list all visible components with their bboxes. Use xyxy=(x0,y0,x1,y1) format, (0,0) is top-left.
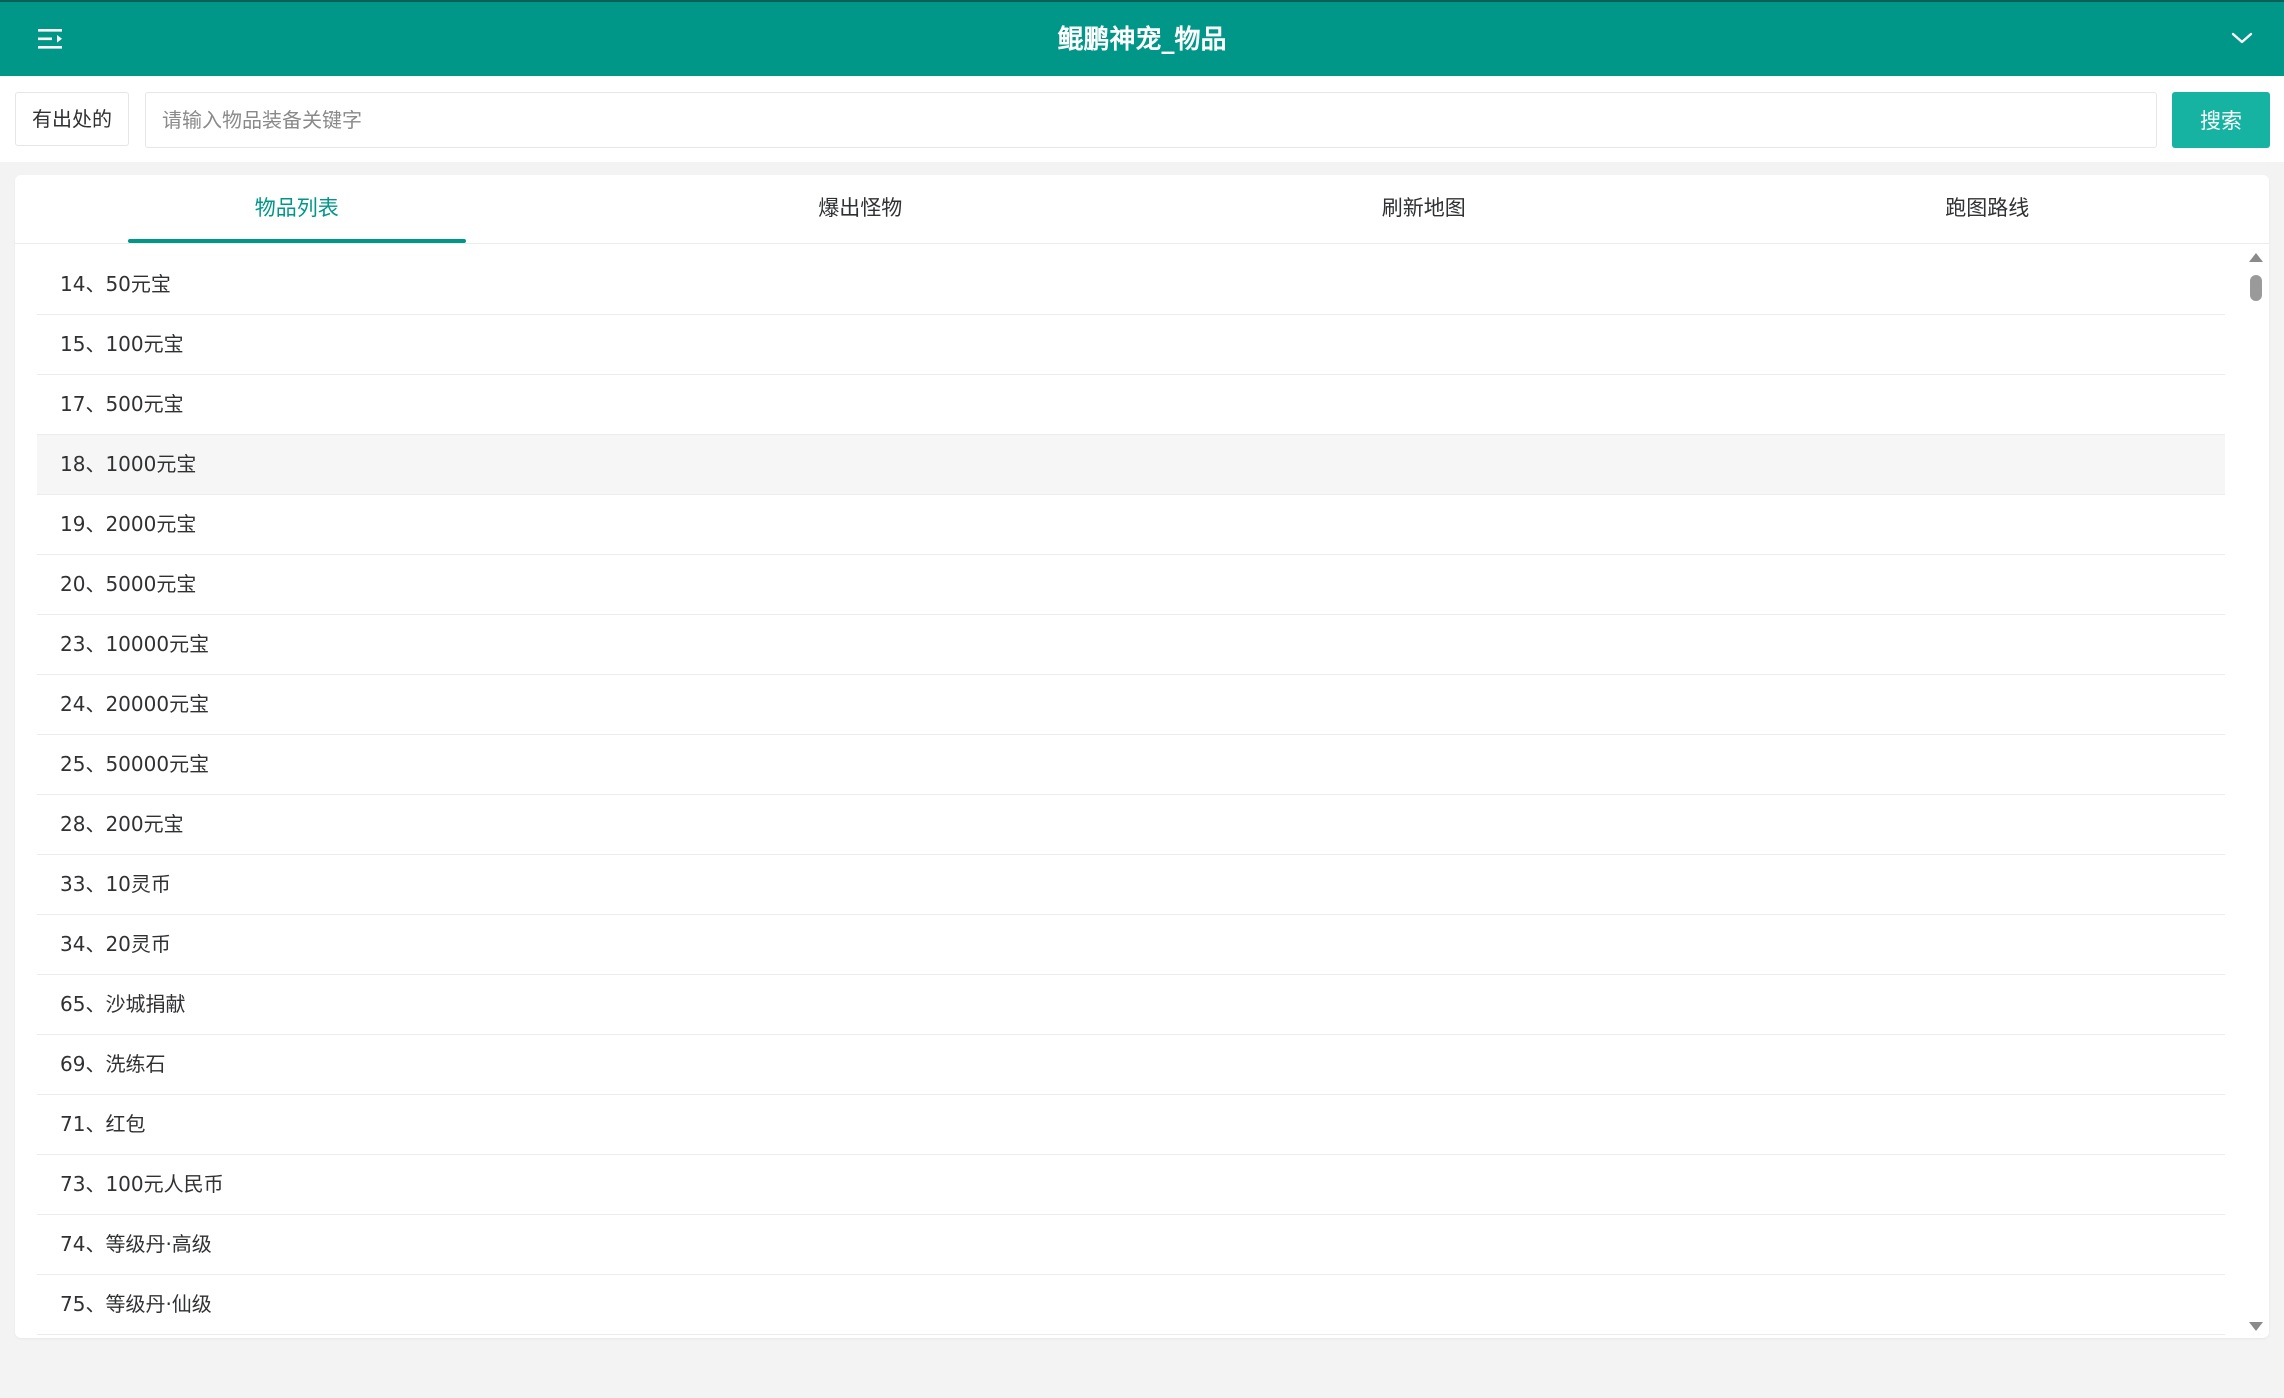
item-list: 14、50元宝 15、100元宝 17、500元宝 18、1000元宝 19、2… xyxy=(37,255,2225,1338)
list-item[interactable]: 33、10灵币 xyxy=(37,855,2225,915)
tab-label: 跑图路线 xyxy=(1945,196,2030,220)
tab-label: 刷新地图 xyxy=(1381,196,1466,220)
search-bar: 有出处的 搜索 xyxy=(0,76,2284,162)
list-item[interactable]: 19、2000元宝 xyxy=(37,495,2225,555)
page-title: 鲲鹏神宠_物品 xyxy=(1057,25,1227,55)
app-header: 鲲鹏神宠_物品 xyxy=(0,0,2284,76)
tab-label: 爆出怪物 xyxy=(818,196,903,220)
list-item[interactable]: 34、20灵币 xyxy=(37,915,2225,975)
tab-routes[interactable]: 跑图路线 xyxy=(1706,175,2270,243)
scrollbar-thumb[interactable] xyxy=(2250,275,2262,301)
list-item[interactable]: 71、红包 xyxy=(37,1095,2225,1155)
chevron-down-icon[interactable] xyxy=(2230,28,2254,48)
scroll-down-arrow-icon[interactable] xyxy=(2249,1322,2263,1331)
scroll-up-arrow-icon[interactable] xyxy=(2249,253,2263,262)
tab-refresh-maps[interactable]: 刷新地图 xyxy=(1142,175,1706,243)
list-item[interactable]: 73、100元人民币 xyxy=(37,1155,2225,1215)
source-filter-label[interactable]: 有出处的 xyxy=(15,92,129,146)
tab-item-list[interactable]: 物品列表 xyxy=(15,175,579,243)
list-item[interactable]: 74、等级丹·高级 xyxy=(37,1215,2225,1275)
list-item[interactable]: 23、10000元宝 xyxy=(37,615,2225,675)
active-tab-indicator xyxy=(128,239,466,243)
search-input[interactable] xyxy=(145,92,2157,148)
list-item[interactable]: 14、50元宝 xyxy=(37,255,2225,315)
list-item[interactable]: 69、洗练石 xyxy=(37,1035,2225,1095)
content-panel: 物品列表 爆出怪物 刷新地图 跑图路线 14、50元宝 15、100元宝 17、… xyxy=(15,175,2269,1338)
tab-drop-monsters[interactable]: 爆出怪物 xyxy=(579,175,1143,243)
list-item[interactable]: 24、20000元宝 xyxy=(37,675,2225,735)
tab-bar: 物品列表 爆出怪物 刷新地图 跑图路线 xyxy=(15,175,2269,244)
search-button[interactable]: 搜索 xyxy=(2172,92,2270,148)
list-item[interactable]: 15、100元宝 xyxy=(37,315,2225,375)
list-item[interactable]: 17、500元宝 xyxy=(37,375,2225,435)
tab-label: 物品列表 xyxy=(254,196,339,220)
list-item[interactable]: 20、5000元宝 xyxy=(37,555,2225,615)
list-item[interactable]: 18、1000元宝 xyxy=(37,435,2225,495)
list-item[interactable]: 65、沙城捐献 xyxy=(37,975,2225,1035)
list-item[interactable]: 75、等级丹·仙级 xyxy=(37,1275,2225,1335)
list-item[interactable]: 25、50000元宝 xyxy=(37,735,2225,795)
list-item[interactable]: 28、200元宝 xyxy=(37,795,2225,855)
list-scrollbar[interactable] xyxy=(2247,253,2265,1331)
